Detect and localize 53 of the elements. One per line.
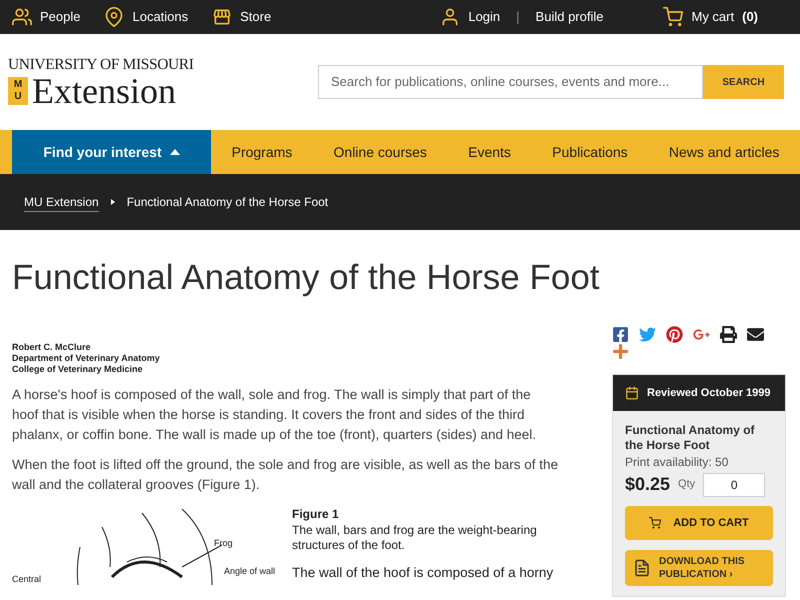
bird-icon[interactable] — [639, 326, 656, 343]
figure-label: Central — [12, 573, 42, 586]
top-link[interactable]: Store — [212, 7, 272, 27]
build-profile-link[interactable]: Build profile — [536, 7, 604, 27]
nav-link[interactable]: Programs — [232, 142, 292, 162]
product-title: Functional Anatomy of the Horse Foot — [625, 423, 756, 453]
location-icon — [104, 7, 124, 27]
plus-icon[interactable] — [612, 343, 629, 360]
page-title: Functional Anatomy of the Horse Foot — [11, 257, 601, 299]
email-icon[interactable] — [747, 326, 764, 343]
nav-link[interactable]: Online courses — [334, 142, 427, 162]
body-paragraph: The wall of the hoof is composed of a horny — [292, 564, 554, 582]
pin-icon[interactable] — [666, 326, 683, 343]
separator: | — [516, 8, 520, 26]
find-interest-button[interactable]: Find your interest — [12, 130, 211, 174]
body-paragraph: A horse's hoof is composed of the wall, sole and frog. The wall is simply that part of the hoof that is visible when the horse is standing. It covers the front and sides of the third phalanx, or coffin bone. The wall is made up of the toe (front), quarters (sides) and heel. — [12, 386, 538, 444]
author-line: Robert C. McClure — [12, 342, 91, 353]
qty-field[interactable]: 0 — [703, 472, 766, 496]
search-button[interactable]: SEARCH — [703, 65, 784, 99]
store-icon — [212, 7, 232, 27]
cart-icon — [649, 517, 662, 529]
cart-icon — [663, 7, 684, 27]
figure-label: Angle of wall — [224, 565, 276, 578]
nav-link[interactable]: News and articles — [668, 142, 780, 162]
search-field[interactable]: Search for publications, online courses, events and more... — [318, 65, 703, 99]
facebook-icon[interactable] — [612, 326, 629, 343]
reviewed-date: Reviewed October 1999 — [647, 386, 771, 401]
top-link[interactable]: People — [12, 7, 80, 27]
caret-icon — [170, 149, 180, 155]
body-paragraph: When the foot is lifted off the ground, the sole and frog are visible, as well as the bars of the wall and the collateral grooves (Figure 1). — [12, 456, 560, 494]
chevron-icon — [110, 199, 115, 205]
price: $0.25 — [625, 473, 670, 496]
user-icon — [440, 7, 460, 27]
people-icon — [12, 7, 32, 27]
nav-link[interactable]: Publications — [552, 142, 628, 162]
breadcrumb-current: Functional Anatomy of the Horse Foot — [126, 194, 328, 211]
add-to-cart-button[interactable]: ADD TO CART — [625, 506, 773, 540]
availability: Print availability: 50 — [625, 454, 730, 471]
figure-caption: The wall, bars and frog are the weight-bearing structures of the foot. — [292, 523, 538, 553]
top-link[interactable]: Locations — [104, 7, 188, 27]
author-line: Department of Veterinary Anatomy — [12, 353, 160, 364]
calendar-icon — [625, 386, 639, 400]
login-link[interactable]: Login — [440, 7, 500, 27]
author-line: College of Veterinary Medicine — [12, 364, 143, 375]
nav-link[interactable]: Events — [468, 142, 511, 162]
print-icon[interactable] — [720, 326, 737, 343]
figure-title: Figure 1 — [292, 506, 340, 523]
cart-link[interactable]: My cart (0) — [663, 7, 758, 27]
breadcrumb-link[interactable]: MU Extension — [24, 192, 99, 212]
figure-label: Frog — [214, 537, 233, 550]
qty-label: Qty — [678, 477, 696, 492]
download-button[interactable]: DOWNLOAD THIS PUBLICATION › — [625, 550, 773, 586]
logo-mark-icon: M U — [8, 76, 28, 104]
